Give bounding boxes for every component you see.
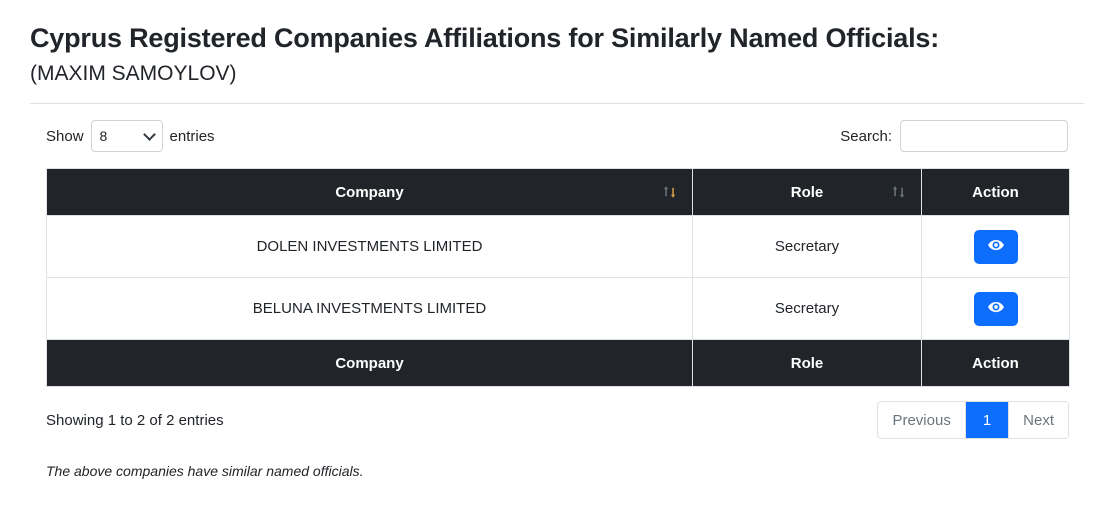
- table-container: Company Role Action DOLEN INVESTMENTS LI…: [46, 168, 1070, 388]
- table-body: DOLEN INVESTMENTS LIMITED Secretary BELU…: [46, 215, 1070, 341]
- cell-company: DOLEN INVESTMENTS LIMITED: [46, 215, 693, 279]
- header-divider: [30, 103, 1084, 105]
- cell-role: Secretary: [692, 215, 922, 279]
- table-row: BELUNA INVESTMENTS LIMITED Secretary: [46, 277, 1070, 341]
- pagination-previous[interactable]: Previous: [878, 402, 966, 439]
- cell-action: [921, 277, 1070, 341]
- search-control: Search:: [840, 120, 1068, 153]
- search-label: Search:: [840, 127, 892, 145]
- footer-header-company: Company: [46, 339, 693, 388]
- table-header-row: Company Role Action: [46, 168, 1070, 217]
- pagination: Previous 1 Next: [877, 401, 1069, 440]
- view-details-button[interactable]: [973, 229, 1018, 264]
- view-details-button[interactable]: [973, 291, 1018, 326]
- column-header-action: Action: [921, 168, 1070, 217]
- cell-action: [921, 215, 1070, 279]
- column-header-role[interactable]: Role: [692, 168, 922, 217]
- entries-length-control: Show 8 entries: [46, 120, 215, 153]
- footnote: The above companies have similar named o…: [46, 463, 364, 480]
- table-info: Showing 1 to 2 of 2 entries: [46, 411, 224, 429]
- eye-icon: [987, 298, 1005, 319]
- table-row: DOLEN INVESTMENTS LIMITED Secretary: [46, 215, 1070, 279]
- footer-header-action: Action: [921, 339, 1070, 388]
- table-footer-controls: Showing 1 to 2 of 2 entries Previous 1 N…: [46, 401, 1069, 440]
- column-header-action-label: Action: [972, 183, 1019, 201]
- pagination-next[interactable]: Next: [1009, 402, 1068, 439]
- sort-arrows-icon-role: [891, 184, 907, 200]
- entries-select-value: 8: [99, 128, 108, 145]
- table-foot: Company Role Action: [46, 339, 1070, 388]
- affiliations-table: Company Role Action DOLEN INVESTMENTS LI…: [46, 168, 1070, 388]
- search-input[interactable]: [900, 120, 1068, 153]
- column-header-role-label: Role: [790, 183, 824, 201]
- table-controls: Show 8 entries Search:: [46, 120, 1068, 153]
- page-root: Cyprus Registered Companies Affiliations…: [0, 0, 1114, 507]
- pagination-page-1[interactable]: 1: [965, 402, 1010, 439]
- eye-icon: [987, 236, 1005, 257]
- table-footer-row: Company Role Action: [46, 339, 1070, 388]
- cell-role: Secretary: [692, 277, 922, 341]
- page-header: Cyprus Registered Companies Affiliations…: [0, 0, 1114, 87]
- chevron-down-icon: [142, 128, 156, 141]
- page-subtitle: (MAXIM SAMOYLOV): [30, 61, 237, 85]
- footer-header-role: Role: [692, 339, 922, 388]
- cell-company: BELUNA INVESTMENTS LIMITED: [46, 277, 693, 341]
- entries-label: entries: [169, 127, 215, 145]
- table-head: Company Role Action: [46, 168, 1070, 217]
- sort-arrows-icon-company: [662, 184, 678, 200]
- entries-select[interactable]: 8: [90, 120, 163, 153]
- column-header-company-label: Company: [335, 183, 404, 201]
- page-title: Cyprus Registered Companies Affiliations…: [30, 23, 940, 53]
- column-header-company[interactable]: Company: [46, 168, 693, 217]
- show-label: Show: [46, 127, 84, 145]
